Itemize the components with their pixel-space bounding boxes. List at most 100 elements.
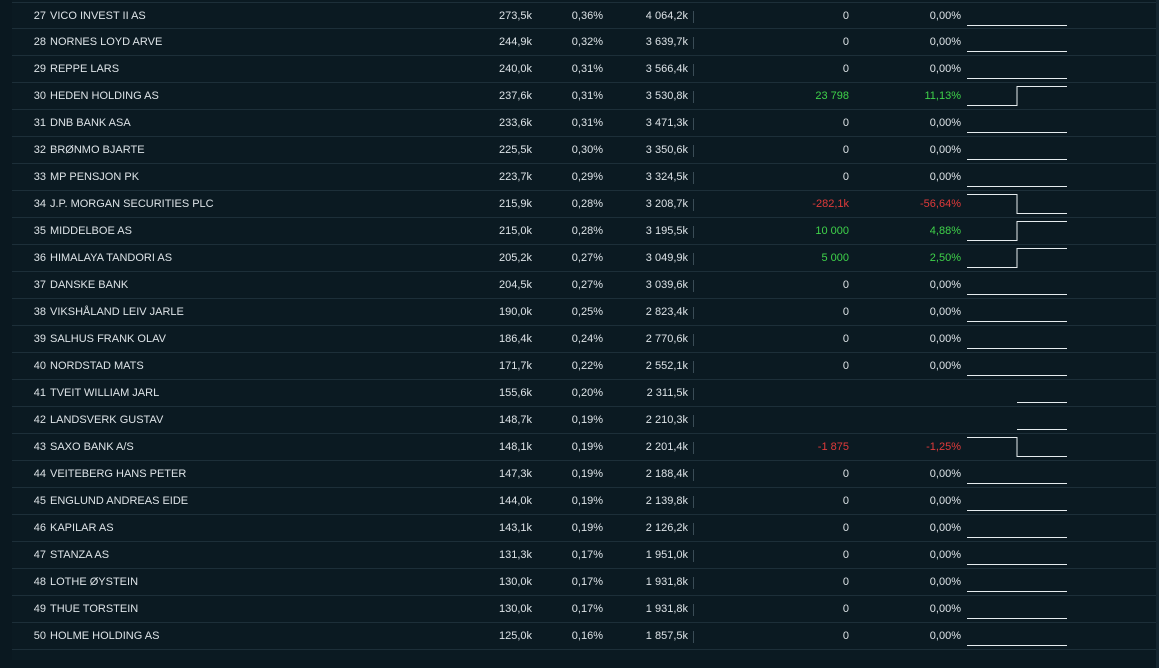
trend-sparkline xyxy=(967,407,1067,434)
shareholder-name: TVEIT WILLIAM JARL xyxy=(50,387,160,399)
holding-value-cell: 1 931,8k xyxy=(645,603,688,615)
shareholder-name: THUE TORSTEIN xyxy=(50,603,139,615)
table-row[interactable]: 50 HOLME HOLDING AS 125,0k 0,16% 1 857,5k 0 0,… xyxy=(12,623,1156,650)
table-row[interactable]: 40 NORDSTAD MATS 171,7k 0,22% 2 552,1k 0 0,00% xyxy=(12,353,1156,380)
holding-value-cell: 3 208,7k xyxy=(645,198,688,210)
rank-cell: 36 xyxy=(33,252,46,264)
ownership-pct-cell: 0,31% xyxy=(571,117,603,129)
change-cell: -1 875 xyxy=(817,441,849,453)
rank-cell: 41 xyxy=(33,387,46,399)
shares-cell: 190,0k xyxy=(498,306,532,318)
shareholder-name: KAPILAR AS xyxy=(50,522,114,534)
column-divider xyxy=(693,172,694,184)
shareholder-name: STANZA AS xyxy=(50,549,110,561)
table-row[interactable]: 44 VEITEBERG HANS PETER 147,3k 0,19% 2 188,4… xyxy=(12,461,1156,488)
holding-value-cell: 3 639,7k xyxy=(645,36,688,48)
table-row[interactable]: 47 STANZA AS 131,3k 0,17% 1 951,0k 0 0,00% xyxy=(12,542,1156,569)
holding-value-cell: 3 324,5k xyxy=(645,171,688,183)
change-cell: -282,1k xyxy=(812,198,849,210)
table-row[interactable]: 28 NORNES LOYD ARVE 244,9k 0,32% 3 639,7k 0 0,… xyxy=(12,29,1156,56)
table-row[interactable]: 35 MIDDELBOE AS 215,0k 0,28% 3 195,5k 10 000 4… xyxy=(12,218,1156,245)
column-divider xyxy=(693,442,694,454)
column-divider xyxy=(693,604,694,616)
trend-sparkline xyxy=(967,272,1067,299)
table-row[interactable]: 32 BRØNMO BJARTE 225,5k 0,30% 3 350,6k 0 0,00% xyxy=(12,137,1156,164)
trend-sparkline xyxy=(967,137,1067,164)
ownership-pct-cell: 0,19% xyxy=(571,495,603,507)
trend-sparkline xyxy=(967,218,1067,245)
table-row[interactable]: 29 REPPE LARS 240,0k 0,31% 3 566,4k 0 0,00% xyxy=(12,56,1156,83)
rank-cell: 44 xyxy=(33,468,46,480)
change-pct-cell: 0,00% xyxy=(929,468,961,480)
table-row[interactable]: 49 THUE TORSTEIN 130,0k 0,17% 1 931,8k 0 0,00% xyxy=(12,596,1156,623)
table-row[interactable]: 31 DNB BANK ASA 233,6k 0,31% 3 471,3k 0 0,00% xyxy=(12,110,1156,137)
table-row[interactable]: 34 J.P. MORGAN SECURITIES PLC 215,9k 0,28% 3… xyxy=(12,191,1156,218)
table-row[interactable]: 37 DANSKE BANK 204,5k 0,27% 3 039,6k 0 0,00% xyxy=(12,272,1156,299)
trend-sparkline xyxy=(967,299,1067,326)
rank-cell: 27 xyxy=(33,10,46,22)
column-divider xyxy=(693,631,694,643)
holding-value-cell: 3 350,6k xyxy=(645,144,688,156)
rank-cell: 48 xyxy=(33,576,46,588)
ownership-pct-cell: 0,27% xyxy=(571,279,603,291)
holding-value-cell: 3 471,3k xyxy=(645,117,688,129)
column-divider xyxy=(693,334,694,346)
shares-cell: 144,0k xyxy=(498,495,532,507)
shareholder-name: J.P. MORGAN SECURITIES PLC xyxy=(50,198,214,210)
ownership-pct-cell: 0,36% xyxy=(571,10,603,22)
holding-value-cell: 2 188,4k xyxy=(645,468,688,480)
rank-cell: 39 xyxy=(33,333,46,345)
rank-cell: 50 xyxy=(33,630,46,642)
sparkline-path xyxy=(967,194,1067,214)
shareholder-name: LOTHE ØYSTEIN xyxy=(50,576,139,588)
shareholder-name: LANDSVERK GUSTAV xyxy=(50,414,164,426)
trend-sparkline xyxy=(967,380,1067,407)
holding-value-cell: 3 566,4k xyxy=(645,63,688,75)
shares-cell: 215,0k xyxy=(498,225,532,237)
rank-cell: 38 xyxy=(33,306,46,318)
holding-value-cell: 2 823,4k xyxy=(645,306,688,318)
shareholder-name: REPPE LARS xyxy=(50,63,120,75)
ownership-pct-cell: 0,19% xyxy=(571,522,603,534)
ownership-pct-cell: 0,19% xyxy=(571,441,603,453)
change-pct-cell: 0,00% xyxy=(929,306,961,318)
change-cell: 0 xyxy=(842,63,849,75)
column-divider xyxy=(693,118,694,130)
sparkline-path xyxy=(967,437,1067,457)
trend-sparkline xyxy=(967,29,1067,56)
table-row[interactable]: 41 TVEIT WILLIAM JARL 155,6k 0,20% 2 311,5k xyxy=(12,380,1156,407)
rank-cell: 32 xyxy=(33,144,46,156)
change-pct-cell: 0,00% xyxy=(929,630,961,642)
shareholder-name: BRØNMO BJARTE xyxy=(50,144,145,156)
trend-sparkline xyxy=(967,596,1067,623)
table-row[interactable]: 33 MP PENSJON PK 223,7k 0,29% 3 324,5k 0 0,00% xyxy=(12,164,1156,191)
change-pct-cell: 0,00% xyxy=(929,36,961,48)
rank-cell: 30 xyxy=(33,90,46,102)
holding-value-cell: 2 311,5k xyxy=(646,387,688,399)
change-cell: 0 xyxy=(842,468,849,480)
trend-sparkline xyxy=(967,83,1067,110)
table-row[interactable]: 46 KAPILAR AS 143,1k 0,19% 2 126,2k 0 0,00% xyxy=(12,515,1156,542)
change-pct-cell: 0,00% xyxy=(929,117,961,129)
shares-cell: 215,9k xyxy=(498,198,532,210)
table-row[interactable]: 27 VICO INVEST II AS 273,5k 0,36% 4 064,2k 0 0… xyxy=(12,2,1156,29)
table-row[interactable]: 48 LOTHE ØYSTEIN 130,0k 0,17% 1 931,8k 0 0,00% xyxy=(12,569,1156,596)
table-row[interactable]: 38 VIKSHÅLAND LEIV JARLE 190,0k 0,25% 2 823,… xyxy=(12,299,1156,326)
table-row[interactable]: 43 SAXO BANK A/S 148,1k 0,19% 2 201,4k -1 875… xyxy=(12,434,1156,461)
shares-cell: 233,6k xyxy=(498,117,532,129)
column-divider xyxy=(693,64,694,76)
sparkline-path xyxy=(967,221,1067,241)
table-row[interactable]: 36 HIMALAYA TANDORI AS 205,2k 0,27% 3 049,9k… xyxy=(12,245,1156,272)
holding-value-cell: 1 931,8k xyxy=(645,576,688,588)
table-row[interactable]: 39 SALHUS FRANK OLAV 186,4k 0,24% 2 770,6k 0 0… xyxy=(12,326,1156,353)
trend-sparkline xyxy=(967,488,1067,515)
table-row[interactable]: 45 ENGLUND ANDREAS EIDE 144,0k 0,19% 2 139,8… xyxy=(12,488,1156,515)
table-row[interactable]: 30 HEDEN HOLDING AS 237,6k 0,31% 3 530,8k 23 … xyxy=(12,83,1156,110)
rank-cell: 42 xyxy=(33,414,46,426)
change-pct-cell xyxy=(872,380,961,407)
change-cell: 5 000 xyxy=(821,252,849,264)
shares-cell: 204,5k xyxy=(498,279,532,291)
shareholder-name: SALHUS FRANK OLAV xyxy=(50,333,166,345)
table-row[interactable]: 42 LANDSVERK GUSTAV 148,7k 0,19% 2 210,3k xyxy=(12,407,1156,434)
trend-sparkline xyxy=(967,434,1067,461)
